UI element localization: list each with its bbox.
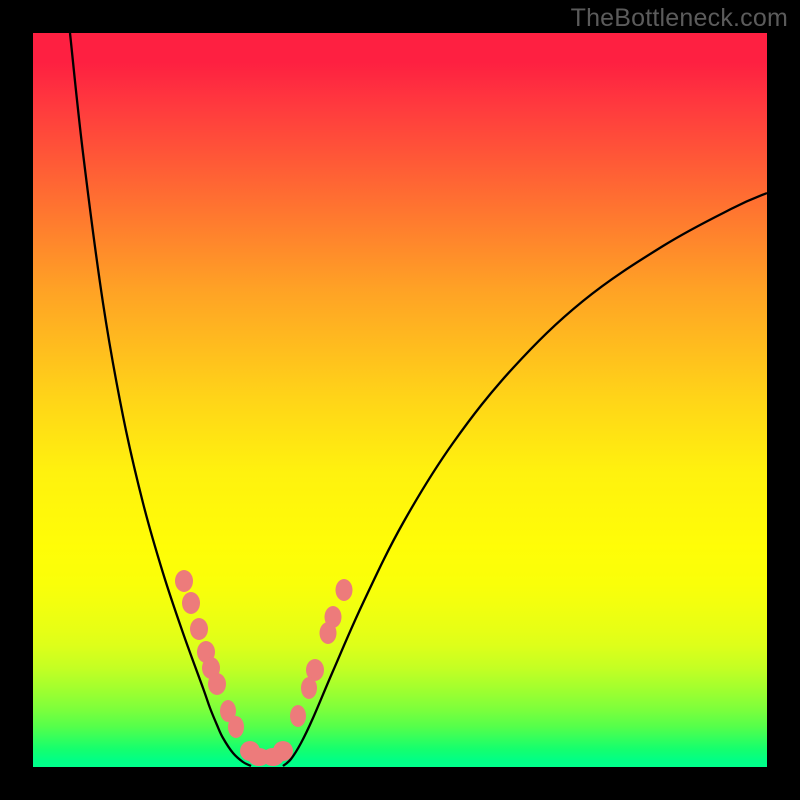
bead-right-5 xyxy=(336,579,353,601)
curve-group xyxy=(70,33,767,766)
bead-left-2 xyxy=(190,618,208,640)
bead-right-2 xyxy=(290,705,306,727)
bead-left-5 xyxy=(208,673,226,695)
bead-right-4 xyxy=(325,606,342,628)
bead-left-0 xyxy=(175,570,193,592)
curve-right-curve xyxy=(283,193,767,766)
curve-left-curve xyxy=(70,33,251,766)
plot-area xyxy=(33,33,767,767)
bead-bottom-1 xyxy=(262,748,284,766)
bead-group xyxy=(175,570,353,766)
watermark-text: TheBottleneck.com xyxy=(571,4,788,33)
bead-left-7 xyxy=(228,716,244,738)
bead-right-1 xyxy=(301,677,317,699)
bead-left-1 xyxy=(182,592,200,614)
chart-frame: TheBottleneck.com xyxy=(0,0,800,800)
curve-svg xyxy=(33,33,767,767)
